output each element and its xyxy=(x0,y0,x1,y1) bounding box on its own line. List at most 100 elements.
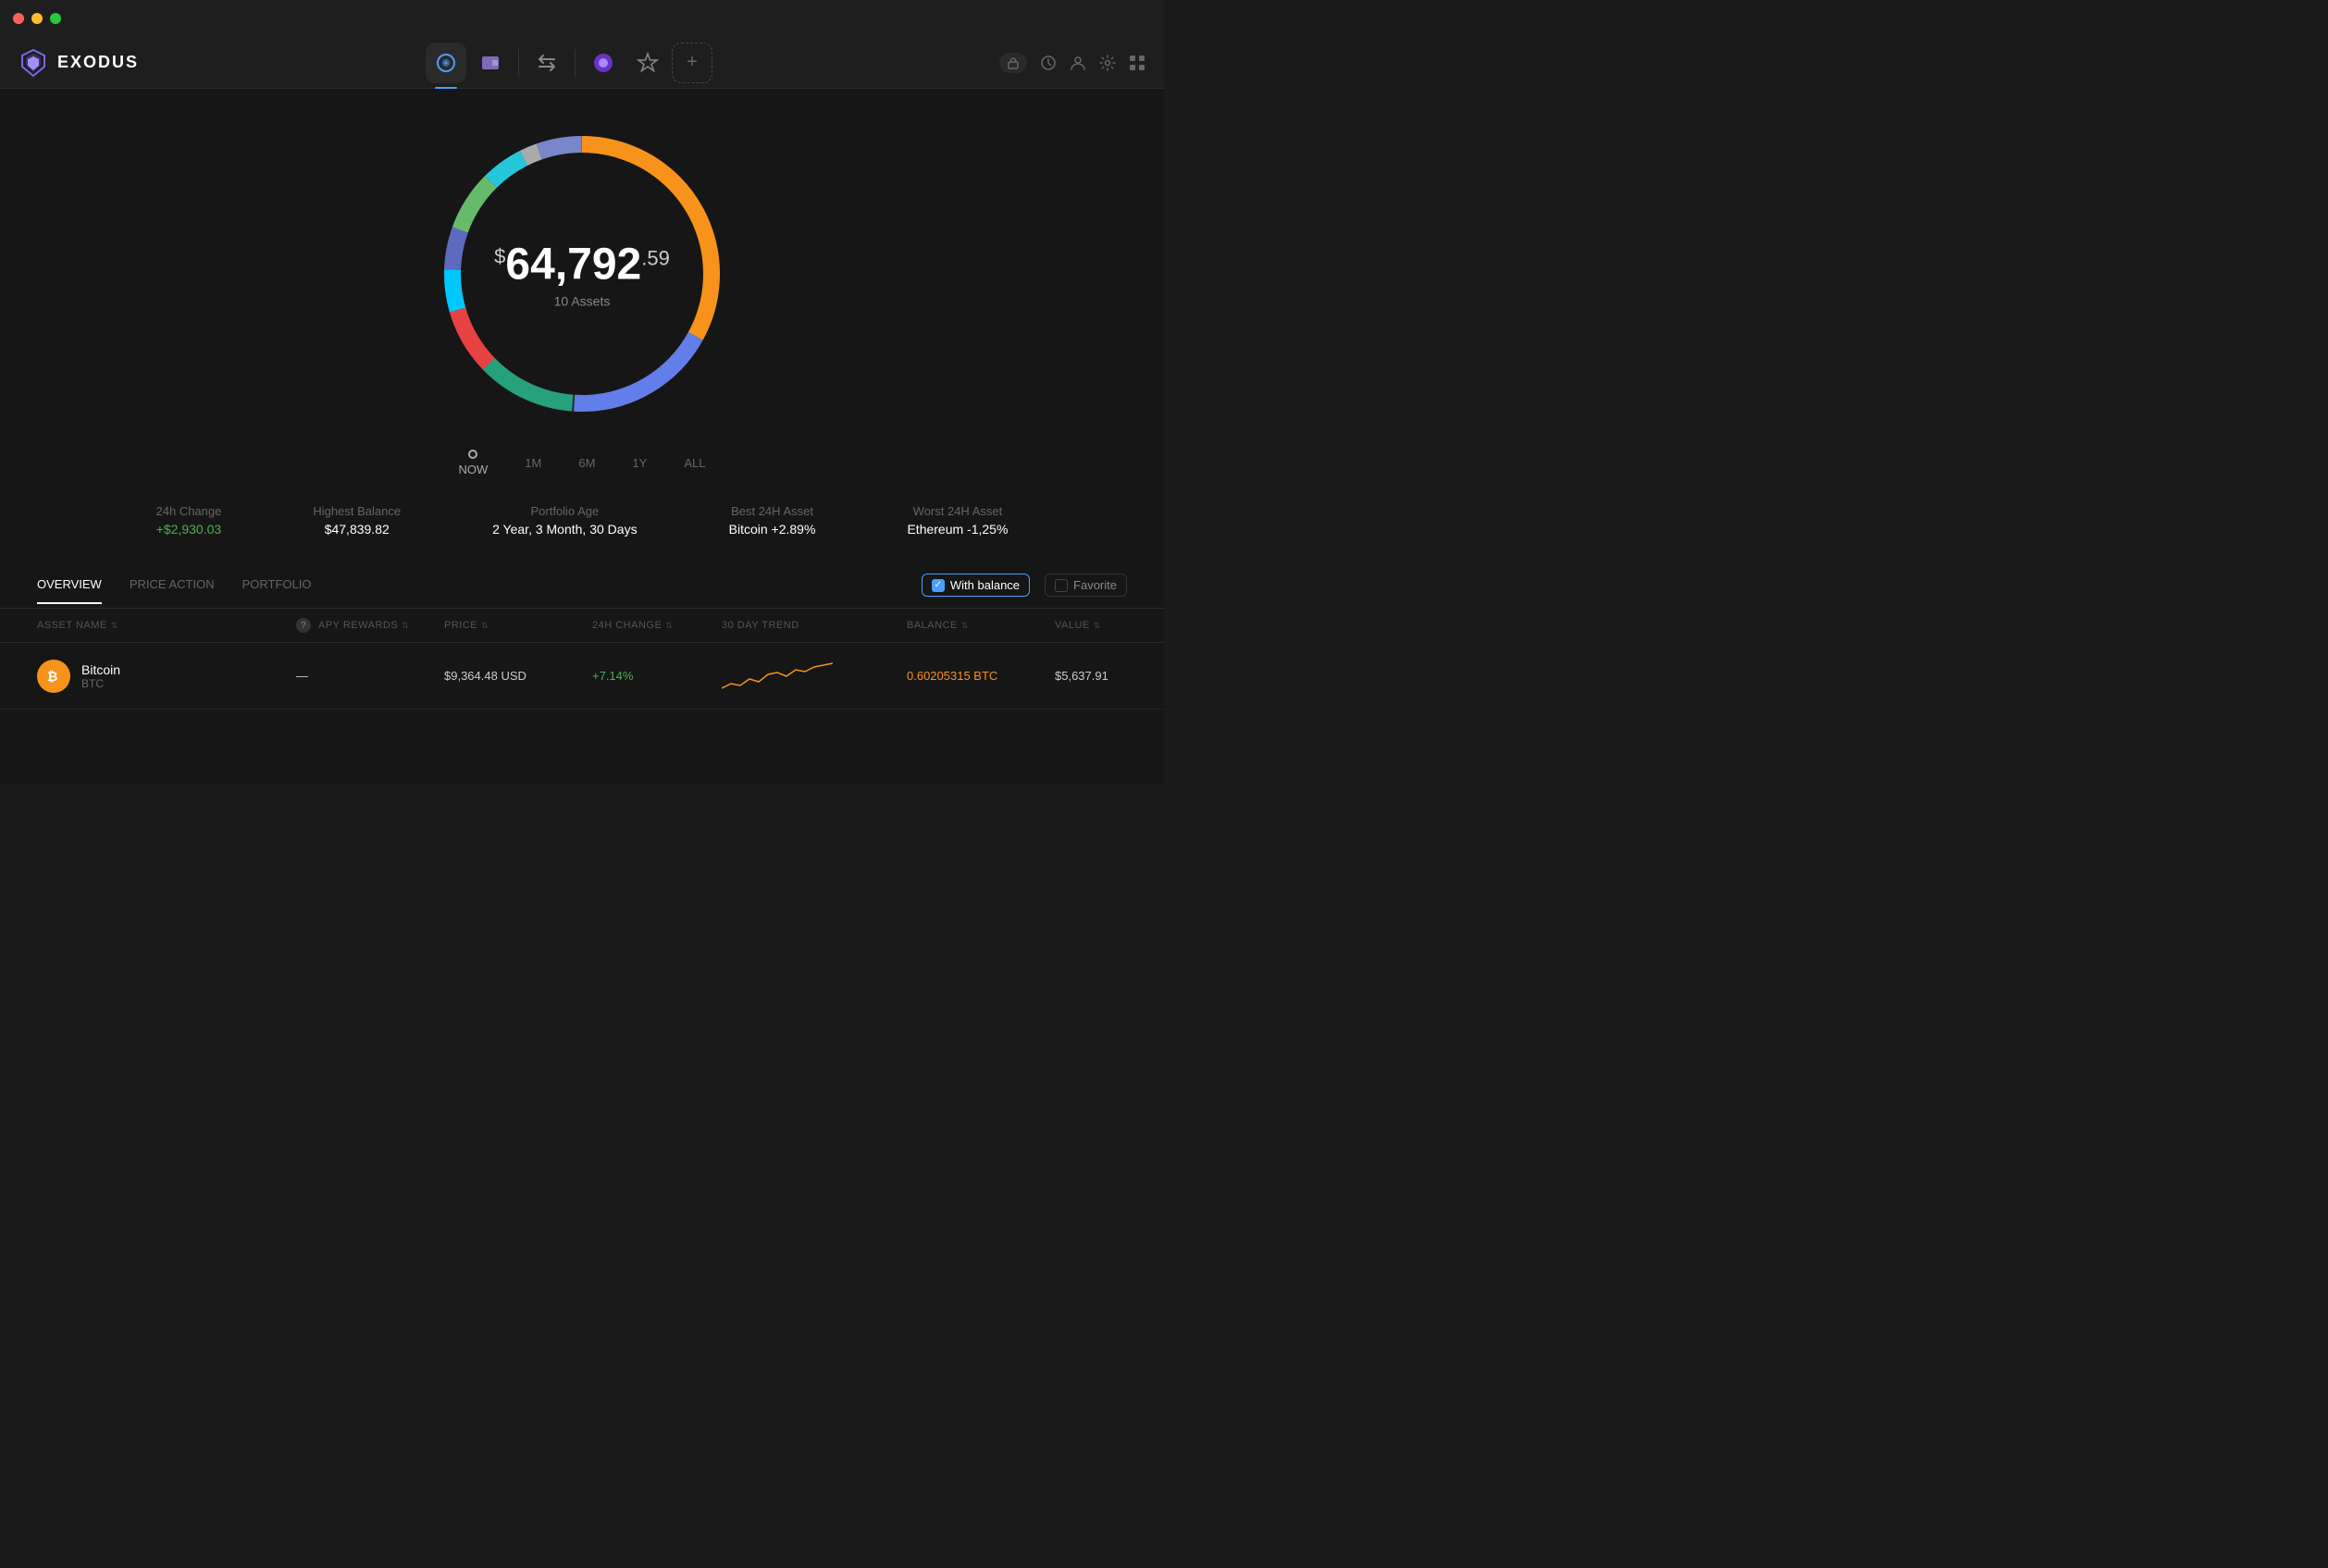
exodus-logo-icon xyxy=(19,48,48,78)
timeline-1y[interactable]: 1Y xyxy=(632,456,647,470)
nav-wallet[interactable] xyxy=(470,43,511,83)
th-balance: BALANCE ⇅ xyxy=(907,618,1055,633)
apps-grid-button[interactable] xyxy=(1129,55,1145,71)
table-filters: ✓ With balance Favorite xyxy=(922,574,1127,608)
asset-cell-btc: ₿ Bitcoin BTC xyxy=(37,660,296,693)
stat-portfolio-age-label: Portfolio Age xyxy=(492,504,637,518)
btc-sparkline xyxy=(722,656,907,696)
svg-text:₿: ₿ xyxy=(47,669,57,684)
btc-icon: ₿ xyxy=(37,660,70,693)
btc-change: +7.14% xyxy=(592,669,722,683)
portfolio-donut: $ 64,792 .59 10 Assets xyxy=(425,117,739,431)
btc-ticker: BTC xyxy=(81,677,120,690)
th-price-label: PRICE xyxy=(444,620,477,631)
nav-portfolio[interactable] xyxy=(426,43,466,83)
table-row[interactable]: ₿ Bitcoin BTC — $9,364.48 USD +7.14% 0.6… xyxy=(0,643,1164,710)
sort-value-icon[interactable]: ⇅ xyxy=(1094,621,1101,631)
tab-portfolio[interactable]: PORTFOLIO xyxy=(242,577,312,604)
history-button[interactable] xyxy=(1040,55,1057,71)
tab-price-action[interactable]: PRICE ACTION xyxy=(130,577,215,604)
btc-price: $9,364.48 USD xyxy=(444,669,592,683)
th-value-label: VALUE xyxy=(1055,620,1090,631)
sort-apy-icon[interactable]: ⇅ xyxy=(402,621,409,631)
filter-check-icon: ✓ xyxy=(932,579,945,592)
timeline-6m[interactable]: 6M xyxy=(578,456,595,470)
stat-worst-24h-value: Ethereum -1,25% xyxy=(907,522,1008,537)
maximize-button[interactable] xyxy=(50,13,61,24)
th-30d-trend: 30 DAY TREND xyxy=(722,618,907,633)
btc-apy: — xyxy=(296,669,444,683)
sort-asset-name-icon[interactable]: ⇅ xyxy=(111,621,118,631)
nav-earn[interactable] xyxy=(627,43,668,83)
table-header: ASSET NAME ⇅ ? APY REWARDS ⇅ PRICE ⇅ 24H… xyxy=(0,609,1164,643)
portfolio-total-amount: 64,792 xyxy=(505,240,641,290)
stats-row: 24h Change +$2,930.03 Highest Balance $4… xyxy=(73,504,1091,537)
stat-worst-24h-label: Worst 24H Asset xyxy=(907,504,1008,518)
btc-value: $5,637.91 xyxy=(1055,669,1164,683)
asset-table: ASSET NAME ⇅ ? APY REWARDS ⇅ PRICE ⇅ 24H… xyxy=(0,609,1164,710)
stat-24h-change: 24h Change +$2,930.03 xyxy=(156,504,222,537)
th-24h-label: 24H CHANGE xyxy=(592,620,662,631)
timeline-1m[interactable]: 1M xyxy=(525,456,541,470)
stat-24h-change-value: +$2,930.03 xyxy=(156,522,222,537)
stat-highest-balance: Highest Balance $47,839.82 xyxy=(313,504,401,537)
nav-divider-1 xyxy=(518,49,519,77)
stat-highest-balance-label: Highest Balance xyxy=(313,504,401,518)
nav-nft[interactable] xyxy=(583,43,624,83)
btc-balance: 0.60205315 BTC xyxy=(907,669,1055,683)
app-logo: EXODUS xyxy=(19,48,139,78)
stat-portfolio-age-value: 2 Year, 3 Month, 30 Days xyxy=(492,522,637,537)
stat-best-24h-value: Bitcoin +2.89% xyxy=(729,522,816,537)
th-apy: ? APY REWARDS ⇅ xyxy=(296,618,444,633)
stat-portfolio-age: Portfolio Age 2 Year, 3 Month, 30 Days xyxy=(492,504,637,537)
th-24h-change: 24H CHANGE ⇅ xyxy=(592,618,722,633)
apy-help-icon[interactable]: ? xyxy=(296,618,311,633)
profile-button[interactable] xyxy=(1070,55,1086,71)
sort-balance-icon[interactable]: ⇅ xyxy=(961,621,969,631)
th-apy-label: APY REWARDS xyxy=(318,620,398,631)
stat-best-24h-label: Best 24H Asset xyxy=(729,504,816,518)
main-content: $ 64,792 .59 10 Assets NOW 1M 6M 1Y ALL … xyxy=(0,89,1164,784)
app-name: EXODUS xyxy=(57,53,139,72)
th-asset-name: ASSET NAME ⇅ xyxy=(37,618,296,633)
nav-exchange[interactable] xyxy=(526,43,567,83)
stat-highest-balance-value: $47,839.82 xyxy=(313,522,401,537)
timeline-now: NOW xyxy=(459,450,489,476)
portfolio-total-cents: .59 xyxy=(641,247,670,271)
timeline-all[interactable]: ALL xyxy=(684,456,705,470)
close-button[interactable] xyxy=(13,13,24,24)
stat-24h-change-label: 24h Change xyxy=(156,504,222,518)
sort-price-icon[interactable]: ⇅ xyxy=(481,621,489,631)
tabs-section: OVERVIEW PRICE ACTION PORTFOLIO ✓ With b… xyxy=(0,555,1164,609)
th-price: PRICE ⇅ xyxy=(444,618,592,633)
stat-best-24h: Best 24H Asset Bitcoin +2.89% xyxy=(729,504,816,537)
filter-favorite[interactable]: Favorite xyxy=(1045,574,1127,597)
timeline-dot-indicator xyxy=(468,450,477,459)
timeline-bar: NOW 1M 6M 1Y ALL xyxy=(459,450,706,476)
nav-center: + xyxy=(426,43,712,83)
asset-tabs: OVERVIEW PRICE ACTION PORTFOLIO xyxy=(37,577,311,604)
th-balance-label: BALANCE xyxy=(907,620,958,631)
tab-overview[interactable]: OVERVIEW xyxy=(37,577,102,604)
minimize-button[interactable] xyxy=(31,13,43,24)
filter-with-balance-label: With balance xyxy=(950,578,1020,592)
portfolio-section: $ 64,792 .59 10 Assets NOW 1M 6M 1Y ALL … xyxy=(0,89,1164,555)
btc-name: Bitcoin xyxy=(81,662,120,677)
nav-right xyxy=(999,53,1145,73)
th-asset-name-label: ASSET NAME xyxy=(37,620,107,631)
filter-checkbox-empty xyxy=(1055,579,1068,592)
nav-add-app[interactable]: + xyxy=(672,43,712,83)
nav-divider-2 xyxy=(575,49,576,77)
donut-center-info: $ 64,792 .59 10 Assets xyxy=(494,240,670,309)
sort-24h-icon[interactable]: ⇅ xyxy=(665,621,673,631)
portfolio-asset-count: 10 Assets xyxy=(494,294,670,309)
filter-favorite-label: Favorite xyxy=(1073,578,1117,592)
settings-button[interactable] xyxy=(1099,55,1116,71)
th-value: VALUE ⇅ xyxy=(1055,618,1164,633)
stat-worst-24h: Worst 24H Asset Ethereum -1,25% xyxy=(907,504,1008,537)
lock-toggle[interactable] xyxy=(999,53,1027,73)
th-trend-label: 30 DAY TREND xyxy=(722,620,799,631)
btc-name-col: Bitcoin BTC xyxy=(81,662,120,690)
filter-with-balance[interactable]: ✓ With balance xyxy=(922,574,1030,597)
titlebar xyxy=(0,0,1164,37)
